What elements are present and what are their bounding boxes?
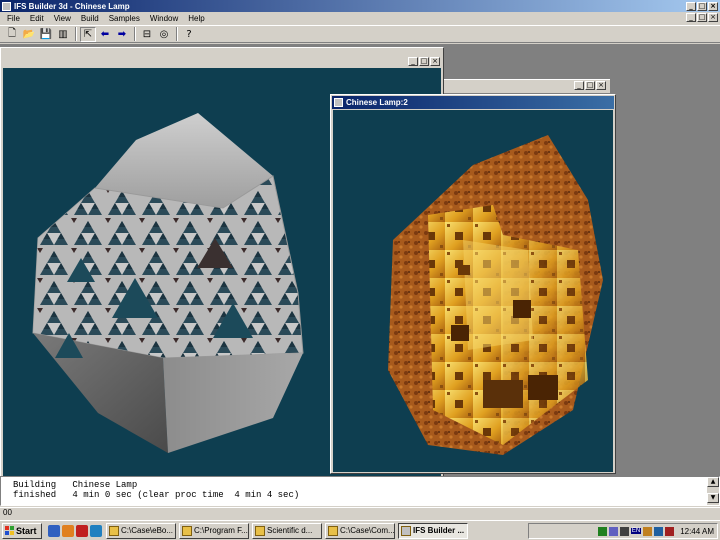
- menu-window[interactable]: Window: [145, 14, 183, 23]
- help-icon[interactable]: ?: [181, 27, 197, 42]
- start-button[interactable]: Start: [2, 522, 42, 539]
- taskbar: Start C:\Case\eBo... C:\Program F... Sci…: [0, 520, 720, 540]
- maximize-button[interactable]: □: [697, 1, 707, 11]
- ie-icon[interactable]: [48, 524, 60, 537]
- app-quick-icon[interactable]: [90, 524, 102, 537]
- bg-window-minimize-button[interactable]: _: [574, 81, 584, 90]
- mdi-restore-button[interactable]: □: [697, 13, 707, 22]
- save-icon[interactable]: 💾: [38, 27, 54, 42]
- minimize-button[interactable]: _: [686, 1, 696, 11]
- volume-icon[interactable]: [654, 526, 664, 536]
- toolbar-separator: [75, 27, 77, 41]
- folder-icon: [328, 525, 338, 536]
- taskbar-item[interactable]: Scientific d...: [252, 522, 322, 539]
- save-all-icon[interactable]: ▥: [55, 27, 71, 42]
- app-quick-icon[interactable]: [76, 524, 88, 537]
- firefox-icon[interactable]: [62, 524, 74, 537]
- taskbar-item[interactable]: C:\Program F...: [179, 522, 249, 539]
- render-window-second[interactable]: Chinese Lamp:2: [330, 94, 616, 474]
- folder-icon: [109, 525, 119, 536]
- windows-logo-icon: [5, 526, 14, 535]
- menu-help[interactable]: Help: [183, 14, 209, 23]
- quick-launch: [48, 524, 102, 537]
- render-window-second-titlebar[interactable]: Chinese Lamp:2: [332, 96, 614, 109]
- clock: 12:44 AM: [680, 526, 714, 536]
- tray-icon[interactable]: [619, 526, 629, 536]
- app-icon[interactable]: [2, 1, 11, 11]
- status-text: 00: [3, 508, 12, 517]
- output-scrollbar[interactable]: ▲ ▼: [707, 477, 719, 505]
- tray-icon[interactable]: [665, 526, 675, 536]
- status-bar: 00: [0, 507, 720, 519]
- open-folder-icon[interactable]: 📂: [21, 27, 37, 42]
- new-file-icon[interactable]: 🗋: [4, 27, 20, 42]
- toolbar-separator: [176, 27, 178, 41]
- forward-arrow-icon[interactable]: ➡: [114, 27, 130, 42]
- app-icon: [401, 525, 411, 536]
- folder-icon: [182, 525, 192, 536]
- tray-icon[interactable]: [643, 526, 653, 536]
- scroll-up-icon[interactable]: ▲: [707, 477, 719, 487]
- menu-samples[interactable]: Samples: [104, 14, 145, 23]
- menu-file[interactable]: File: [2, 14, 25, 23]
- main-view-maximize-button[interactable]: □: [419, 57, 429, 66]
- tray-icon[interactable]: [597, 526, 607, 536]
- document-icon: [255, 525, 265, 536]
- main-view-minimize-button[interactable]: _: [408, 57, 418, 66]
- taskbar-item[interactable]: C:\Case\eBo...: [106, 522, 176, 539]
- language-indicator[interactable]: EN: [630, 528, 642, 534]
- output-line: Building Chinese Lamp: [13, 480, 138, 490]
- build-icon[interactable]: ⊟: [139, 27, 155, 42]
- select-tool-icon[interactable]: ⇱: [80, 26, 96, 42]
- mdi-close-button[interactable]: ×: [708, 13, 718, 22]
- render-window-second-title: Chinese Lamp:2: [346, 98, 408, 107]
- render-icon[interactable]: ◎: [156, 27, 172, 42]
- mdi-minimize-button[interactable]: _: [686, 13, 696, 22]
- bg-window-close-button[interactable]: ×: [596, 81, 606, 90]
- mdi-workspace: _ □ × _ □ × Chinese Lamp:2: [0, 44, 720, 479]
- fractal-cube-render[interactable]: [333, 110, 613, 472]
- taskbar-item-active[interactable]: IFS Builder ...: [398, 522, 468, 539]
- background-window-titlebar[interactable]: _ □ ×: [444, 79, 610, 93]
- window-title: IFS Builder 3d - Chinese Lamp: [14, 1, 130, 11]
- output-line: finished 4 min 0 sec (clear proc time 4 …: [13, 490, 300, 500]
- toolbar-separator: [134, 27, 136, 41]
- back-arrow-icon[interactable]: ⬅: [97, 27, 113, 42]
- scroll-down-icon[interactable]: ▼: [707, 493, 719, 503]
- menu-edit[interactable]: Edit: [25, 14, 49, 23]
- app-window: IFS Builder 3d - Chinese Lamp _ □ × File…: [0, 0, 720, 540]
- bg-window-maximize-button[interactable]: □: [585, 81, 595, 90]
- title-bar[interactable]: IFS Builder 3d - Chinese Lamp _ □ ×: [0, 0, 720, 12]
- window-icon: [334, 98, 343, 107]
- start-label: Start: [16, 525, 37, 536]
- menu-view[interactable]: View: [49, 14, 76, 23]
- menu-bar: File Edit View Build Samples Window Help: [0, 12, 720, 24]
- mdi-controls: _ □ ×: [686, 13, 718, 22]
- menu-build[interactable]: Build: [76, 14, 104, 23]
- taskbar-item[interactable]: C:\Case\Com...: [325, 522, 395, 539]
- toolbar: 🗋 📂 💾 ▥ ⇱ ⬅ ➡ ⊟ ◎ ?: [0, 25, 720, 43]
- tray-icon[interactable]: [608, 526, 618, 536]
- main-view-close-button[interactable]: ×: [430, 57, 440, 66]
- output-pane[interactable]: Building Chinese Lamp finished 4 min 0 s…: [0, 476, 720, 506]
- system-tray: EN 12:44 AM: [528, 523, 718, 539]
- menger-cube-image: [388, 135, 603, 455]
- render-window-main-titlebar[interactable]: [1, 48, 443, 62]
- close-button[interactable]: ×: [708, 1, 718, 11]
